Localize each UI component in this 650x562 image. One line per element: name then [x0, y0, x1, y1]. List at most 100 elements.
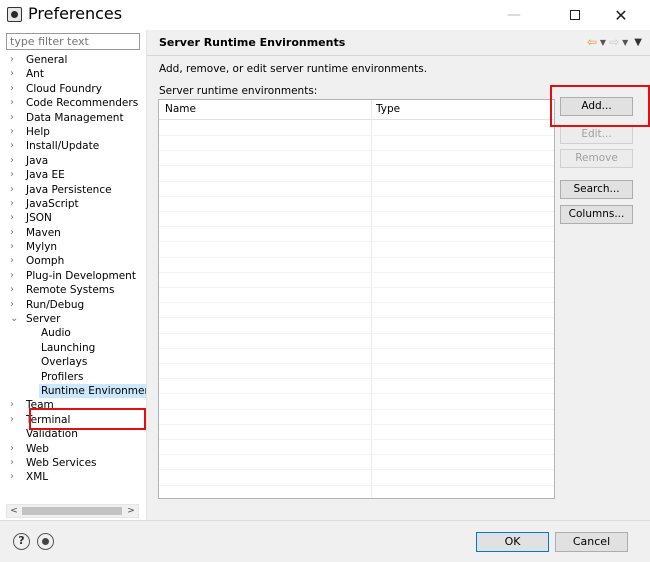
tree-item-label: Plug-in Development — [26, 269, 136, 282]
chevron-right-icon[interactable]: › — [10, 413, 20, 427]
tree-item[interactable]: › Java EE — [0, 168, 146, 182]
tree-item-label: Web Services — [26, 456, 97, 469]
tree-item-label: Audio — [41, 327, 71, 340]
chevron-right-icon[interactable]: › — [10, 398, 20, 412]
record-icon[interactable] — [37, 533, 54, 550]
chevron-right-icon[interactable]: › — [10, 254, 20, 268]
tree-item-label: Code Recommenders — [26, 97, 139, 110]
chevron-right-icon[interactable]: › — [10, 470, 20, 484]
table-row — [159, 150, 554, 152]
tree-item[interactable]: › Mylyn — [0, 240, 146, 254]
chevron-right-icon[interactable]: › — [10, 298, 20, 312]
scroll-left-icon[interactable]: < — [7, 505, 21, 517]
chevron-right-icon[interactable]: › — [10, 197, 20, 211]
tree-item[interactable]: › XML — [0, 470, 146, 484]
ok-button[interactable]: OK — [476, 532, 549, 552]
chevron-right-icon[interactable]: › — [10, 125, 20, 139]
chevron-right-icon[interactable]: › — [10, 240, 20, 254]
tree-item[interactable]: › Data Management — [0, 111, 146, 125]
tree-item[interactable]: Audio — [0, 326, 146, 340]
column-header-name[interactable]: Name — [165, 103, 196, 115]
table-row — [159, 378, 554, 380]
scrollbar-thumb[interactable] — [22, 507, 122, 515]
minimize-button[interactable]: — — [491, 0, 537, 30]
table-row — [159, 180, 554, 182]
forward-arrow-icon[interactable]: ⇨ — [609, 35, 619, 49]
tree-item[interactable]: › JSON — [0, 211, 146, 225]
tree-item-label: JavaScript — [26, 197, 79, 210]
chevron-right-icon[interactable]: › — [10, 67, 20, 81]
page-description: Add, remove, or edit server runtime envi… — [159, 63, 428, 75]
tree-item[interactable]: ⌄ Server — [0, 312, 146, 326]
chevron-right-icon[interactable]: › — [10, 211, 20, 225]
tree-item[interactable]: › Oomph — [0, 254, 146, 268]
close-button[interactable]: ✕ — [598, 0, 644, 30]
tree-item-label: Profilers — [41, 370, 84, 383]
tree-item[interactable]: › Run/Debug — [0, 298, 146, 312]
back-arrow-icon[interactable]: ⇦ — [587, 35, 597, 49]
cancel-button[interactable]: Cancel — [555, 532, 628, 552]
tree-item[interactable]: › Help — [0, 125, 146, 139]
page-header: Server Runtime Environments ⇦ ▼ ⇨ ▼ ▼ — [147, 30, 650, 56]
tree-item[interactable]: › Web Services — [0, 456, 146, 470]
maximize-icon — [570, 10, 580, 20]
columns-button[interactable]: Columns... — [560, 205, 633, 224]
tree-item[interactable]: › Code Recommenders — [0, 96, 146, 110]
tree-item[interactable]: Profilers — [0, 370, 146, 384]
tree-item[interactable]: Launching — [0, 341, 146, 355]
tree-item-label: Java — [26, 154, 49, 167]
search-button[interactable]: Search... — [560, 180, 633, 199]
tree-item-label: General — [26, 54, 68, 66]
help-icon[interactable]: ? — [13, 533, 30, 550]
view-menu-icon[interactable]: ▼ — [634, 37, 642, 48]
chevron-right-icon[interactable]: › — [10, 183, 20, 197]
tree-item[interactable]: › Plug-in Development — [0, 269, 146, 283]
tree-item-label: Maven — [26, 226, 61, 239]
back-dropdown-icon[interactable]: ▼ — [600, 38, 606, 47]
tree-item[interactable]: › Install/Update — [0, 139, 146, 153]
chevron-right-icon[interactable]: › — [10, 226, 20, 240]
maximize-button[interactable] — [552, 0, 598, 30]
chevron-right-icon[interactable]: › — [10, 442, 20, 456]
runtime-environments-table[interactable]: Name Type — [158, 99, 555, 499]
tree-item-label: Ant — [26, 68, 44, 81]
tree-item[interactable]: › Java Persistence — [0, 183, 146, 197]
chevron-down-icon[interactable]: ⌄ — [10, 312, 20, 326]
tree-item[interactable]: › Java — [0, 154, 146, 168]
tree-item[interactable]: Runtime Environments — [0, 383, 163, 399]
tree-item[interactable]: › Remote Systems — [0, 283, 146, 297]
column-header-type[interactable]: Type — [376, 103, 400, 115]
chevron-right-icon[interactable]: › — [10, 456, 20, 470]
tree-item[interactable]: Overlays — [0, 355, 146, 369]
tree-item-label: XML — [26, 471, 49, 484]
chevron-right-icon[interactable]: › — [10, 168, 20, 182]
chevron-right-icon[interactable]: › — [10, 82, 20, 96]
table-row — [159, 165, 554, 167]
tree-item[interactable]: › Maven — [0, 226, 146, 240]
chevron-right-icon[interactable]: › — [10, 283, 20, 297]
table-row — [159, 226, 554, 228]
chevron-right-icon[interactable]: › — [10, 154, 20, 168]
tree-item-label: Overlays — [41, 356, 88, 369]
title-bar: Preferences — ✕ — [0, 0, 650, 30]
tree-item[interactable]: › Cloud Foundry — [0, 82, 146, 96]
tree-item[interactable]: › Web — [0, 442, 146, 456]
chevron-right-icon[interactable]: › — [10, 111, 20, 125]
chevron-right-icon[interactable]: › — [10, 96, 20, 110]
tree-item-label: Mylyn — [26, 241, 58, 254]
horizontal-scrollbar[interactable]: < > — [6, 504, 139, 518]
table-row — [159, 454, 554, 456]
tree-item[interactable]: › General — [0, 53, 146, 67]
chevron-right-icon[interactable]: › — [10, 269, 20, 283]
filter-input[interactable] — [6, 33, 140, 50]
table-label: Server runtime environments: — [159, 85, 318, 97]
remove-button[interactable]: Remove — [560, 149, 633, 168]
chevron-right-icon[interactable]: › — [10, 53, 20, 67]
scroll-right-icon[interactable]: > — [124, 505, 138, 517]
forward-dropdown-icon[interactable]: ▼ — [622, 38, 628, 47]
edit-button[interactable]: Edit... — [560, 125, 633, 144]
table-row — [159, 271, 554, 273]
tree-item[interactable]: › JavaScript — [0, 197, 146, 211]
chevron-right-icon[interactable]: › — [10, 139, 20, 153]
tree-item[interactable]: › Ant — [0, 67, 146, 81]
